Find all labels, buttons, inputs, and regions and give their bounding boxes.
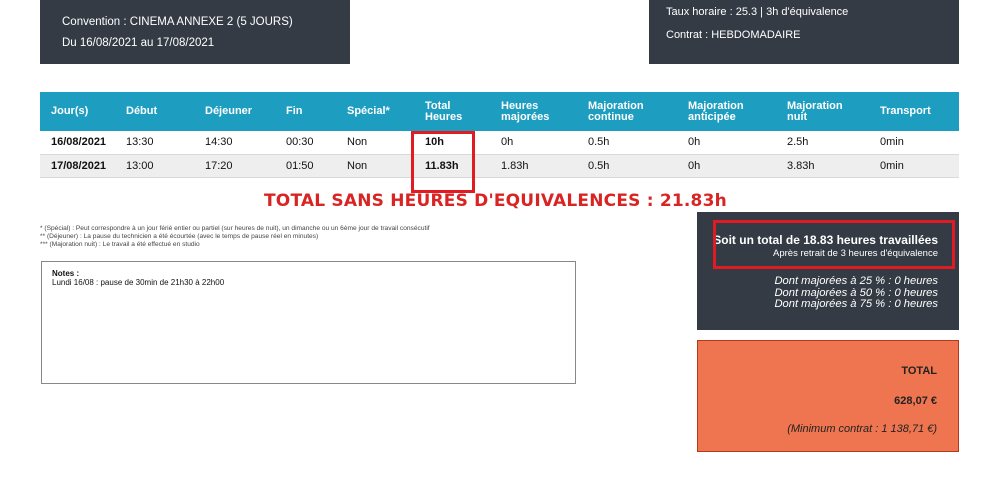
worked-hours-highlight [713,220,955,269]
column-header: Jour(s) [51,105,89,117]
footnote-lunch: ** (Déjeuner) : La pause du technicien a… [40,233,319,240]
minimum-contract: (Minimum contrat : 1 138,71 €) [787,423,937,435]
notes-text: Lundi 16/08 : pause de 30min de 21h30 à … [52,278,225,287]
table-cell: 2.5h [787,136,809,149]
contract-label: Contrat : HEBDOMADAIRE [666,29,801,41]
table-cell: 0h [688,136,701,149]
column-header: Déjeuner [205,105,253,117]
table-cell: Non [347,159,368,172]
table-cell: 13:00 [126,159,154,172]
column-header: Spécial* [347,105,390,117]
footnote-night: *** (Majoration nuit) : Le travail a été… [40,241,200,248]
footnote-special: * (Spécial) : Peut correspondre à un jou… [40,225,430,232]
days-table: Jour(s) Début Déjeuner Fin Spécial* Total Heur… [40,92,959,178]
column-header: Total Heures [425,99,463,123]
notes-title: Notes : [52,269,80,278]
majoration-list: Dont majorées à 25 % : 0 heures Dont maj… [697,275,938,311]
contract-panel: Taux horaire : 25.3 | 3h d'équivalence C… [649,0,959,64]
table-cell: 0h [501,136,514,149]
table-cell: 1.83h [501,159,529,172]
column-header: Heures majorées [501,99,550,123]
total-amount: 628,07 € [894,395,937,407]
table-cell: 0min [880,136,904,149]
footnotes: * (Spécial) : Peut correspondre à un jou… [40,225,430,249]
table-cell: 01:50 [286,159,314,172]
total-hours-highlight [411,131,475,193]
period-label: Du 16/08/2021 au 17/08/2021 [62,37,215,49]
column-header: Début [126,105,158,117]
total-label: TOTAL [901,365,937,377]
column-header: Majoration continue [588,99,644,123]
table-cell: 00:30 [286,136,314,149]
convention-panel: Convention : CINEMA ANNEXE 2 (5 JOURS) D… [40,0,350,64]
table-cell: 0.5h [588,159,610,172]
column-header: Majoration nuit [787,99,843,123]
column-header: Transport [880,105,931,117]
table-row: 16/08/2021 13:30 14:30 00:30 Non 10h 0h 0.5h 0h 2… [40,131,959,154]
notes-box[interactable]: Notes : Lundi 16/08 : pause de 30min de … [41,261,576,384]
day-cell: 17/08/2021 [51,159,107,172]
day-cell: 16/08/2021 [51,136,107,149]
table-cell: 13:30 [126,136,154,149]
table-cell: 3.83h [787,159,815,172]
convention-label: Convention : CINEMA ANNEXE 2 (5 JOURS) [62,16,293,28]
table-cell: 0h [688,159,701,172]
total-without-equivalence: TOTAL SANS HEURES D'EQUIVALENCES : 21.83… [264,191,727,211]
column-header: Majoration anticipée [688,99,744,123]
majoration-75: Dont majorées à 75 % : 0 heures [774,298,938,310]
column-header: Fin [286,105,303,117]
table-cell: 17:20 [205,159,233,172]
table-row: 17/08/2021 13:00 17:20 01:50 Non 11.83h 1.83h 0… [40,154,959,177]
table-cell: 0min [880,159,904,172]
table-cell: 0.5h [588,136,610,149]
table-cell: Non [347,136,368,149]
hourly-rate-label: Taux horaire : 25.3 | 3h d'équivalence [666,6,849,18]
table-cell: 14:30 [205,136,233,149]
table-header-row: Jour(s) Début Déjeuner Fin Spécial* Total Heur… [40,92,959,131]
total-amount-panel: TOTAL 628,07 € (Minimum contrat : 1 138,… [697,340,959,452]
majoration-25: Dont majorées à 25 % : 0 heures [774,275,938,287]
